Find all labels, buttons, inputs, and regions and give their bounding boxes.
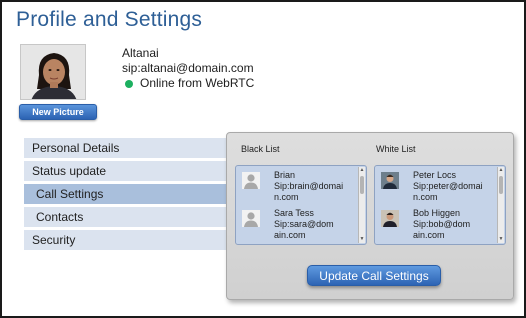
scroll-thumb[interactable] <box>360 176 364 194</box>
profile-avatar <box>20 44 86 100</box>
nav-item-security[interactable]: Security <box>24 230 226 250</box>
contact-name: Bob Higgen <box>413 208 461 218</box>
black-list: Brian Sip:brain@domai n.com Sara Tess Si… <box>235 165 367 245</box>
contact-sip: ain.com <box>274 230 306 240</box>
white-list-title: White List <box>376 144 416 154</box>
contact-sip: n.com <box>274 192 299 202</box>
user-sip-address: sip:altanai@domain.com <box>122 61 254 75</box>
scroll-up-arrow-icon[interactable]: ▲ <box>498 167 504 174</box>
scroll-down-arrow-icon[interactable]: ▼ <box>498 236 504 243</box>
settings-nav: Personal Details Status update Call Sett… <box>24 138 226 253</box>
call-settings-panel: Black List Brian Sip:brain@domai n.com S… <box>226 132 514 300</box>
list-item[interactable]: Peter Locs Sip:peter@domai n.com <box>381 170 495 203</box>
contact-name: Sara Tess <box>274 208 314 218</box>
contact-sip: ain.com <box>413 230 445 240</box>
user-photo-icon <box>21 45 85 99</box>
contact-sip: Sip:sara@dom <box>274 219 334 229</box>
nav-item-contacts[interactable]: Contacts <box>24 207 226 227</box>
contact-name: Peter Locs <box>413 170 457 180</box>
contact-name: Brian <box>274 170 296 180</box>
scroll-thumb[interactable] <box>499 176 503 194</box>
list-item[interactable]: Sara Tess Sip:sara@dom ain.com <box>242 208 356 241</box>
generic-user-icon <box>242 210 260 227</box>
update-call-settings-button[interactable]: Update Call Settings <box>307 265 441 286</box>
black-list-title: Black List <box>241 144 280 154</box>
new-picture-button[interactable]: New Picture <box>19 104 97 120</box>
nav-item-call-settings[interactable]: Call Settings <box>24 184 226 204</box>
white-list-scrollbar[interactable]: ▲ ▼ <box>497 167 504 243</box>
black-list-scrollbar[interactable]: ▲ ▼ <box>358 167 365 243</box>
nav-item-personal-details[interactable]: Personal Details <box>24 138 226 158</box>
contact-sip: Sip:peter@domai <box>413 181 483 191</box>
white-list: Peter Locs Sip:peter@domai n.com Bob Hig… <box>374 165 506 245</box>
page-title: Profile and Settings <box>16 8 203 31</box>
contact-sip: n.com <box>413 192 438 202</box>
window-frame: Profile and Settings New Picture Altanai… <box>0 0 526 318</box>
scroll-down-arrow-icon[interactable]: ▼ <box>359 236 365 243</box>
list-item[interactable]: Bob Higgen Sip:bob@dom ain.com <box>381 208 495 241</box>
contact-sip: Sip:brain@domai <box>274 181 344 191</box>
user-info: Altanai sip:altanai@domain.com Online fr… <box>122 46 254 91</box>
online-status-icon <box>125 79 133 88</box>
scroll-up-arrow-icon[interactable]: ▲ <box>359 167 365 174</box>
contact-sip: Sip:bob@dom <box>413 219 471 229</box>
person-photo-icon <box>381 172 399 189</box>
list-item[interactable]: Brian Sip:brain@domai n.com <box>242 170 356 203</box>
nav-item-status-update[interactable]: Status update <box>24 161 226 181</box>
presence-status: Online from WebRTC <box>122 76 254 91</box>
generic-user-icon <box>242 172 260 189</box>
presence-label: Online from WebRTC <box>140 76 255 90</box>
user-name: Altanai <box>122 46 159 60</box>
person-photo-icon <box>381 210 399 227</box>
